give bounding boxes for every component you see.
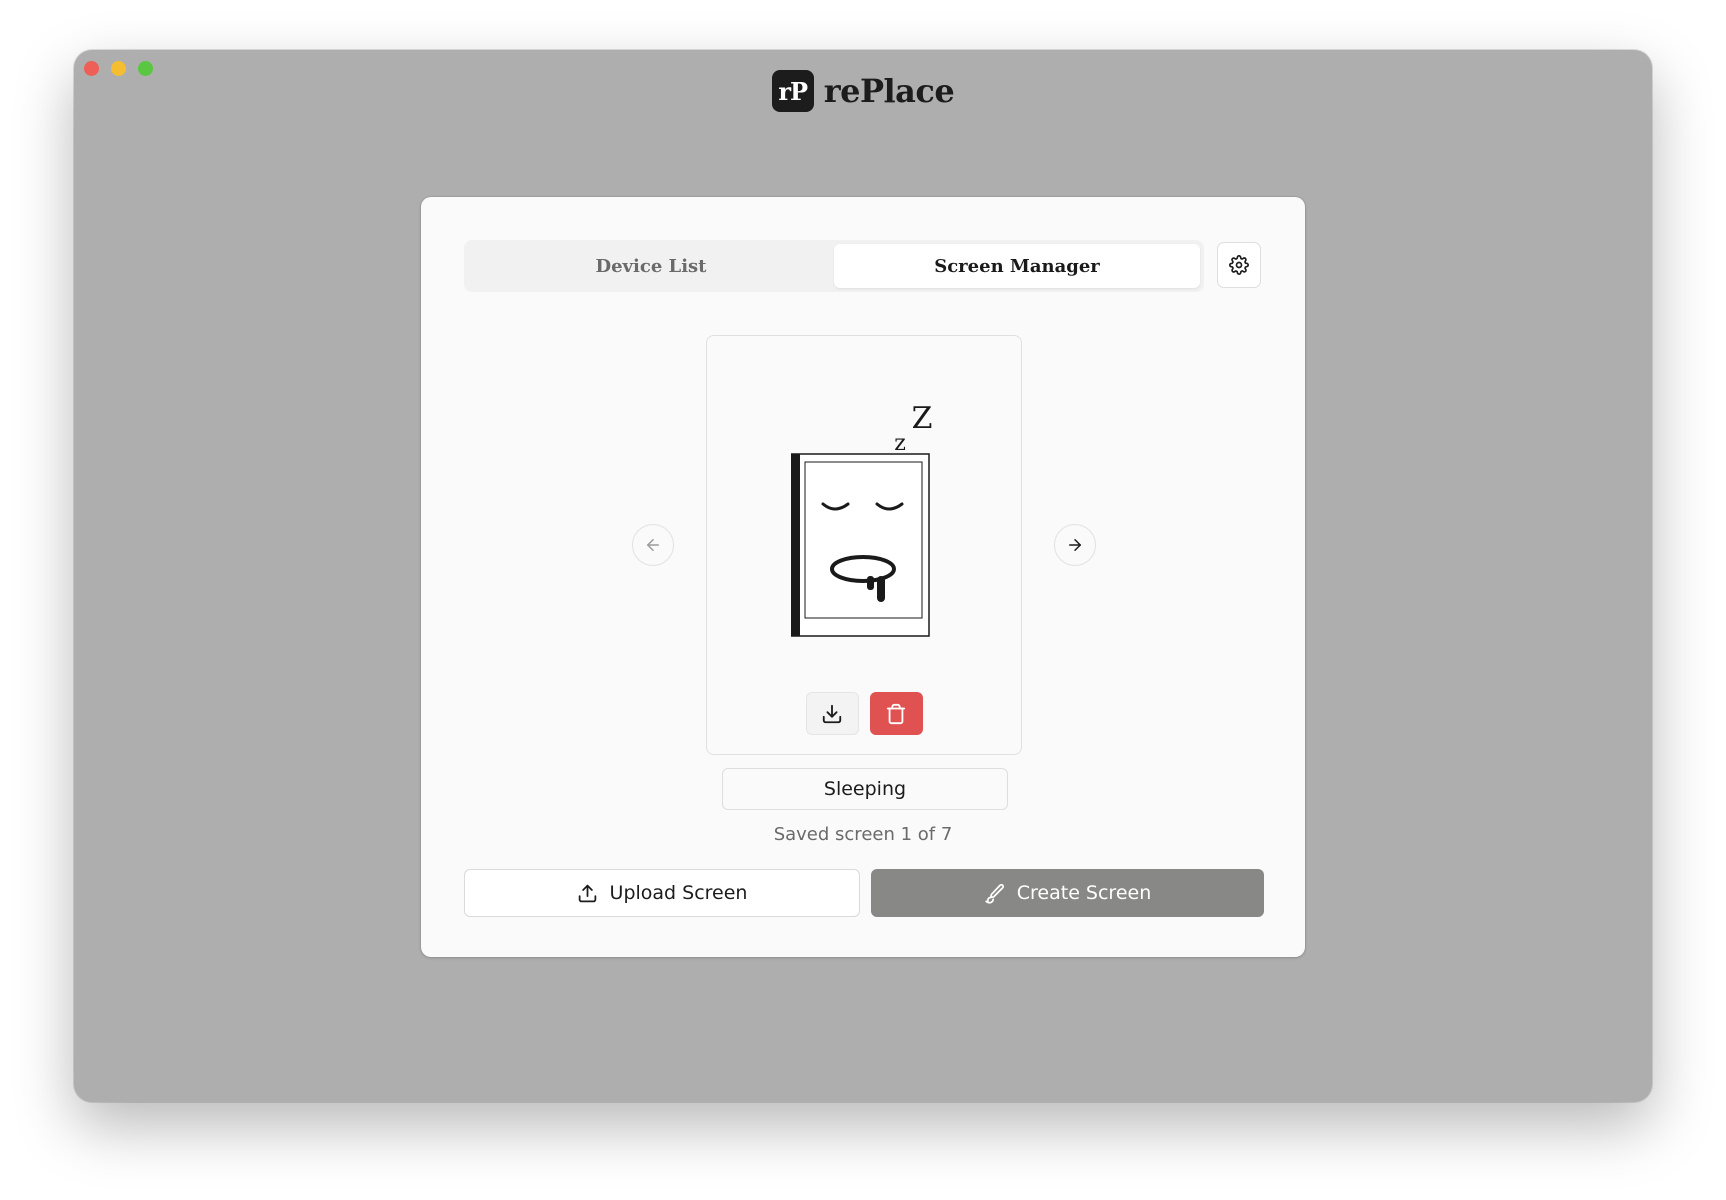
screen-preview: Z z — [706, 335, 1022, 755]
main-card: Device List Screen Manager Z z Sleeping … — [421, 197, 1305, 957]
trash-icon — [886, 703, 906, 724]
brush-icon — [985, 883, 1004, 904]
app-header: rP rePlace — [74, 70, 1652, 112]
app-name: rePlace — [823, 72, 955, 110]
app-logo: rP — [771, 70, 814, 112]
arrow-right-icon — [1069, 539, 1081, 551]
create-screen-label: Create Screen — [1016, 882, 1152, 904]
svg-text:Z: Z — [912, 401, 933, 436]
tab-bar: Device List Screen Manager — [464, 240, 1204, 292]
app-window: rP rePlace Device List Screen Manager Z … — [74, 50, 1652, 1102]
settings-button[interactable] — [1217, 242, 1261, 288]
preview-actions — [707, 692, 1021, 735]
svg-text:z: z — [894, 431, 906, 456]
download-screen-button[interactable] — [805, 692, 859, 735]
gear-icon — [1229, 255, 1249, 275]
delete-screen-button[interactable] — [869, 692, 923, 735]
screen-name-input[interactable] — [722, 768, 1008, 810]
download-icon — [822, 704, 842, 723]
create-screen-button[interactable]: Create Screen — [871, 869, 1264, 917]
upload-screen-label: Upload Screen — [609, 882, 748, 904]
saved-screen-counter: Saved screen 1 of 7 — [773, 824, 953, 845]
next-screen-button[interactable] — [1054, 524, 1096, 566]
upload-screen-button[interactable]: Upload Screen — [464, 869, 860, 917]
prev-screen-button[interactable] — [632, 524, 674, 566]
tab-screen-manager[interactable]: Screen Manager — [834, 244, 1200, 288]
sleeping-device-image: Z z — [791, 401, 933, 637]
upload-icon — [578, 884, 596, 902]
tab-device-list[interactable]: Device List — [468, 244, 834, 288]
arrow-left-icon — [647, 539, 659, 551]
